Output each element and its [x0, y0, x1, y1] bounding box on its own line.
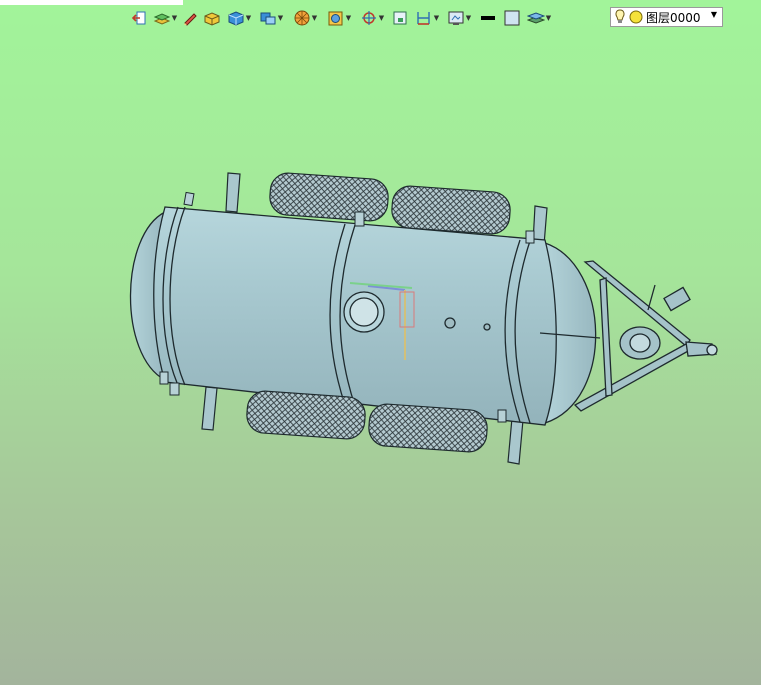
frame-icon[interactable] [388, 7, 412, 29]
display-settings-icon[interactable]: ▼ [442, 7, 476, 29]
exit-arrow-icon[interactable] [128, 7, 150, 29]
render-mode-icon[interactable]: ▼ [322, 7, 356, 29]
yellow-box-icon[interactable] [200, 7, 224, 29]
chevron-down-icon[interactable]: ▼ [711, 10, 717, 19]
snap-target-icon[interactable]: ▼ [356, 7, 388, 29]
fill-color-icon[interactable] [500, 7, 524, 29]
layer-name-value: 图层0000 [646, 10, 701, 25]
bulb-icon[interactable] [614, 9, 626, 25]
cad-toolbar: ▼ ▼ ▼ ▼ ▼ ▼ ▼ ▼ ▼ [128, 6, 554, 30]
pen-edit-icon[interactable] [180, 7, 200, 29]
yellow-circle-icon[interactable] [629, 10, 643, 24]
view-orientation-icon[interactable]: ▼ [254, 7, 288, 29]
line-color-icon[interactable] [476, 7, 500, 29]
tank-trailer-model[interactable] [0, 0, 761, 685]
dimension-icon[interactable]: ▼ [412, 7, 442, 29]
blue-cube-icon[interactable]: ▼ [224, 7, 254, 29]
section-pie-icon[interactable]: ▼ [288, 7, 322, 29]
layer-stack-icon[interactable]: ▼ [150, 7, 180, 29]
tow-frame [573, 260, 718, 412]
layer-properties-icon[interactable]: ▼ [524, 7, 554, 29]
layer-selector[interactable]: 图层0000 ▼ [610, 7, 723, 27]
